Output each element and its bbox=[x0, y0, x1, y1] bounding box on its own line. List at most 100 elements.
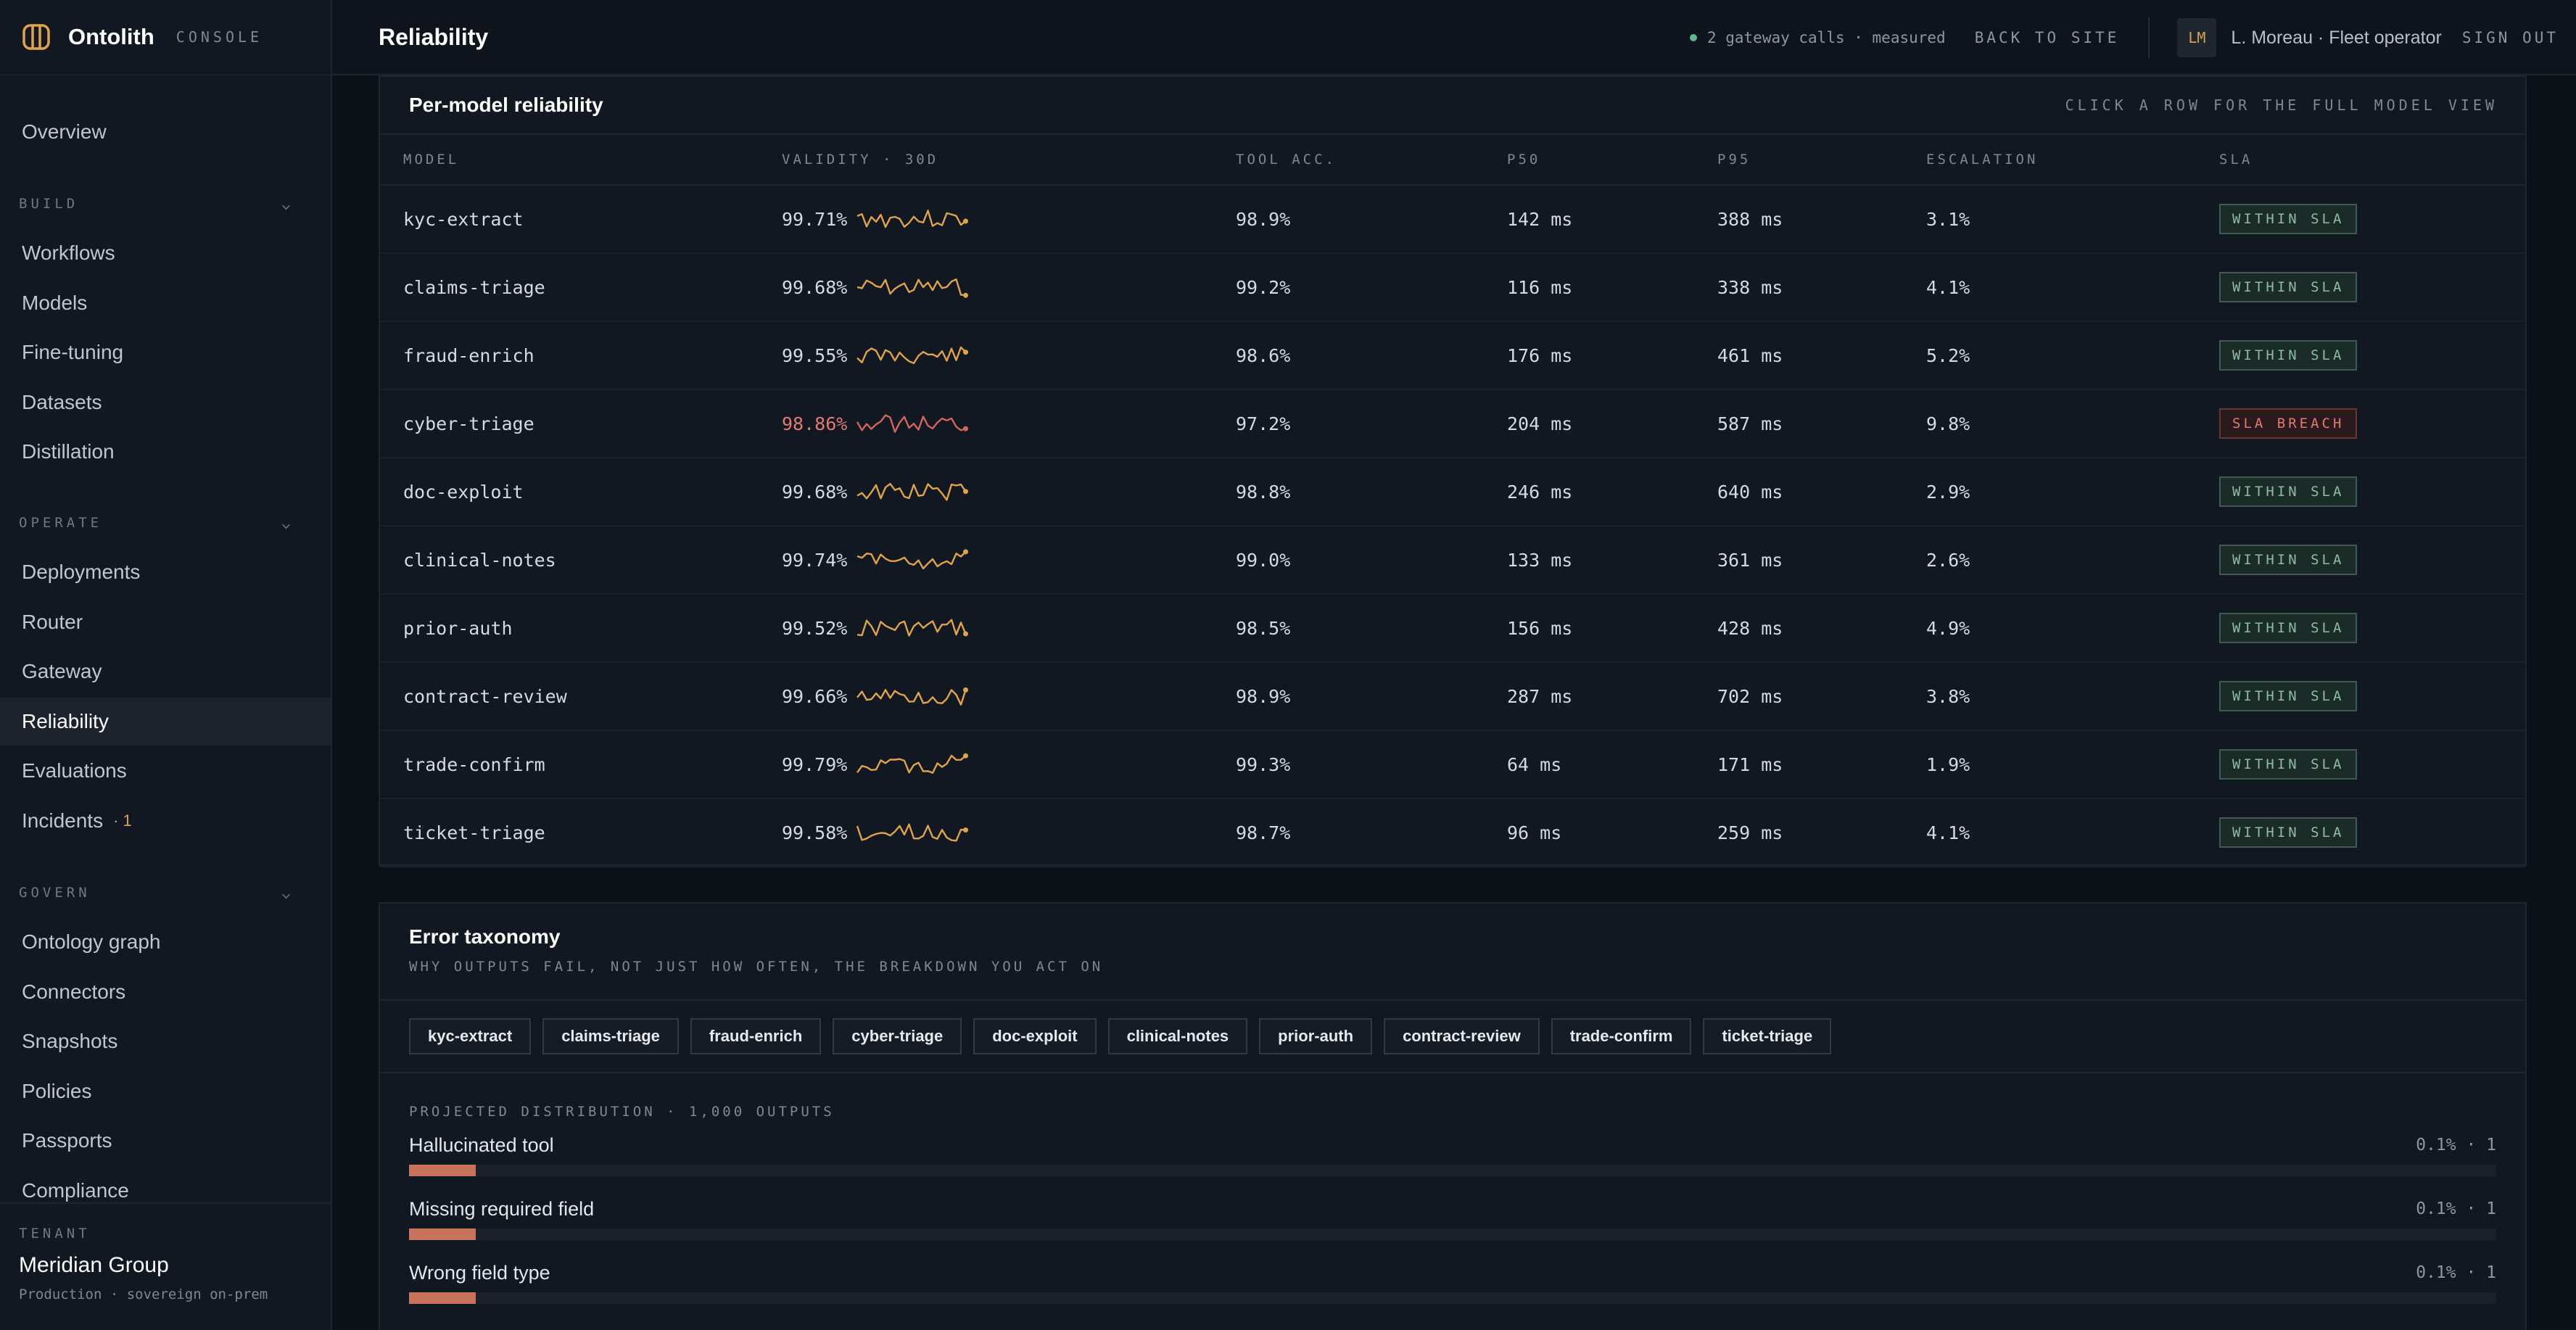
validity-cell: 98.86% bbox=[782, 409, 1236, 438]
escalation-rate: 3.8% bbox=[1926, 685, 1970, 707]
sidebar-item-passports[interactable]: Passports bbox=[0, 1117, 331, 1165]
section-operate-toggle[interactable]: OPERATE ⌄ bbox=[19, 515, 294, 531]
sidebar-item-router[interactable]: Router bbox=[0, 598, 331, 646]
avatar[interactable]: LM bbox=[2177, 18, 2217, 57]
error-value: 0.1% · 1 bbox=[2416, 1136, 2496, 1155]
brand-tag: CONSOLE bbox=[176, 28, 263, 46]
panel-subtitle: WHY OUTPUTS FAIL, NOT JUST HOW OFTEN, TH… bbox=[409, 959, 1104, 975]
validity-sparkline-icon bbox=[856, 210, 969, 228]
model-name: fraud-enrich bbox=[403, 344, 534, 366]
sidebar-item-workflows[interactable]: Workflows bbox=[0, 229, 331, 277]
sidebar-item-policies[interactable]: Policies bbox=[0, 1067, 331, 1115]
incidents-count-badge: · 1 bbox=[113, 811, 132, 830]
escalation-rate: 4.1% bbox=[1926, 276, 1970, 298]
model-chip-fraud-enrich[interactable]: fraud-enrich bbox=[690, 1018, 822, 1054]
p95-latency: 461 ms bbox=[1717, 344, 1783, 366]
sidebar-item-fine-tuning[interactable]: Fine-tuning bbox=[0, 329, 331, 376]
model-chip-claims-triage[interactable]: claims-triage bbox=[542, 1018, 679, 1054]
sidebar-item-ontology-graph[interactable]: Ontology graph bbox=[0, 918, 331, 966]
model-chip-cyber-triage[interactable]: cyber-triage bbox=[833, 1018, 962, 1054]
error-row[interactable]: Missing required field 0.1% · 1 bbox=[409, 1184, 2496, 1247]
error-bar-fill bbox=[409, 1165, 476, 1176]
tool-accuracy: 98.5% bbox=[1236, 617, 1291, 639]
validity-value: 99.79% bbox=[782, 753, 848, 775]
section-label: OPERATE bbox=[19, 515, 103, 531]
model-name: prior-auth bbox=[403, 617, 513, 639]
table-row[interactable]: prior-auth 99.52% 98.5% 156 ms 428 ms 4.9% WIT… bbox=[380, 595, 2525, 663]
column-header-p95[interactable]: P95 bbox=[1717, 152, 1926, 168]
tenant-environment: Production · sovereign on-prem bbox=[19, 1286, 268, 1302]
sidebar-item-datasets[interactable]: Datasets bbox=[0, 379, 331, 426]
model-name: contract-review bbox=[403, 685, 567, 707]
sla-status-badge: WITHIN SLA bbox=[2219, 681, 2358, 711]
validity-cell: 99.79% bbox=[782, 750, 1236, 779]
sidebar-item-evaluations[interactable]: Evaluations bbox=[0, 747, 331, 795]
model-chip-ticket-triage[interactable]: ticket-triage bbox=[1703, 1018, 1832, 1054]
sidebar-item-overview[interactable]: Overview bbox=[0, 108, 331, 156]
tool-accuracy: 99.0% bbox=[1236, 549, 1291, 571]
tenant-switcher[interactable]: TENANT Meridian Group Production · sover… bbox=[0, 1202, 331, 1330]
p50-latency: 156 ms bbox=[1507, 617, 1573, 639]
p50-latency: 64 ms bbox=[1507, 753, 1562, 775]
sidebar-item-incidents[interactable]: Incidents · 1 bbox=[0, 797, 331, 845]
column-header-validity[interactable]: VALIDITY · 30D bbox=[782, 152, 1236, 168]
sidebar-item-connectors[interactable]: Connectors bbox=[0, 968, 331, 1016]
sidebar-item-snapshots[interactable]: Snapshots bbox=[0, 1017, 331, 1065]
p95-latency: 640 ms bbox=[1717, 481, 1783, 503]
sidebar-item-reliability[interactable]: Reliability bbox=[0, 698, 331, 745]
section-govern-toggle[interactable]: GOVERN ⌄ bbox=[19, 885, 294, 901]
table-row[interactable]: claims-triage 99.68% 99.2% 116 ms 338 ms 4.1%… bbox=[380, 254, 2525, 322]
model-chip-prior-auth[interactable]: prior-auth bbox=[1259, 1018, 1373, 1054]
table-row[interactable]: doc-exploit 99.68% 98.8% 246 ms 640 ms 2.9% WI… bbox=[380, 458, 2525, 526]
validity-value: 98.86% bbox=[782, 413, 848, 434]
table-row[interactable]: clinical-notes 99.74% 99.0% 133 ms 361 ms 2.6… bbox=[380, 526, 2525, 595]
tool-accuracy: 98.8% bbox=[1236, 481, 1291, 503]
error-distribution-list: Hallucinated tool 0.1% · 1 Missing require… bbox=[380, 1120, 2525, 1311]
sign-out-button[interactable]: SIGN OUT bbox=[2462, 29, 2559, 46]
user-name: L. Moreau · Fleet operator bbox=[2231, 27, 2442, 48]
sidebar-item-label: Incidents bbox=[22, 809, 104, 832]
table-row[interactable]: kyc-extract 99.71% 98.9% 142 ms 388 ms 3.1% WI… bbox=[380, 186, 2525, 254]
validity-value: 99.55% bbox=[782, 344, 848, 366]
table-row[interactable]: fraud-enrich 99.55% 98.6% 176 ms 461 ms 5.2% W… bbox=[380, 322, 2525, 390]
column-header-escalation[interactable]: ESCALATION bbox=[1926, 152, 2219, 168]
error-value: 0.1% · 1 bbox=[2416, 1263, 2496, 1282]
sla-status-badge: SLA BREACH bbox=[2219, 408, 2358, 439]
brand[interactable]: Ontolith CONSOLE bbox=[0, 0, 331, 75]
error-bar-track bbox=[409, 1228, 2496, 1240]
sidebar-item-deployments[interactable]: Deployments bbox=[0, 548, 331, 596]
sidebar-item-distillation[interactable]: Distillation bbox=[0, 428, 331, 476]
table-row[interactable]: ticket-triage 99.58% 98.7% 96 ms 259 ms 4.1% W… bbox=[380, 799, 2525, 867]
error-row[interactable]: Wrong field type 0.1% · 1 bbox=[409, 1247, 2496, 1311]
p95-latency: 587 ms bbox=[1717, 413, 1783, 434]
chevron-down-icon: ⌄ bbox=[280, 196, 297, 212]
model-chip-trade-confirm[interactable]: trade-confirm bbox=[1551, 1018, 1692, 1054]
sidebar-item-models[interactable]: Models bbox=[0, 279, 331, 327]
section-build-toggle[interactable]: BUILD ⌄ bbox=[19, 196, 294, 212]
p50-latency: 176 ms bbox=[1507, 344, 1573, 366]
escalation-rate: 2.6% bbox=[1926, 549, 1970, 571]
column-header-model[interactable]: MODEL bbox=[380, 152, 782, 168]
column-header-sla[interactable]: SLA bbox=[2219, 152, 2437, 168]
error-row[interactable]: Hallucinated tool 0.1% · 1 bbox=[409, 1120, 2496, 1184]
validity-cell: 99.52% bbox=[782, 614, 1236, 643]
model-chip-doc-exploit[interactable]: doc-exploit bbox=[973, 1018, 1097, 1054]
column-header-tool-accuracy[interactable]: TOOL ACC. bbox=[1236, 152, 1507, 168]
model-chip-clinical-notes[interactable]: clinical-notes bbox=[1107, 1018, 1248, 1054]
chevron-down-icon: ⌄ bbox=[280, 885, 297, 901]
sidebar-item-label: Gateway bbox=[22, 660, 102, 682]
table-row[interactable]: contract-review 99.66% 98.9% 287 ms 702 ms 3.… bbox=[380, 663, 2525, 731]
column-header-p50[interactable]: P50 bbox=[1507, 152, 1717, 168]
error-bar-track bbox=[409, 1292, 2496, 1304]
sidebar-item-gateway[interactable]: Gateway bbox=[0, 648, 331, 695]
validity-sparkline-icon bbox=[856, 753, 969, 774]
back-to-site-link[interactable]: BACK TO SITE bbox=[1975, 17, 2150, 58]
table-row[interactable]: trade-confirm 99.79% 99.3% 64 ms 171 ms 1.9% W… bbox=[380, 731, 2525, 799]
sidebar-item-label: Policies bbox=[22, 1080, 92, 1102]
model-chip-contract-review[interactable]: contract-review bbox=[1384, 1018, 1540, 1054]
sla-status-badge: WITHIN SLA bbox=[2219, 749, 2358, 780]
error-name: Wrong field type bbox=[409, 1262, 550, 1284]
validity-value: 99.58% bbox=[782, 822, 848, 843]
model-chip-kyc-extract[interactable]: kyc-extract bbox=[409, 1018, 532, 1054]
table-row[interactable]: cyber-triage 98.86% 97.2% 204 ms 587 ms 9.8% S… bbox=[380, 390, 2525, 458]
